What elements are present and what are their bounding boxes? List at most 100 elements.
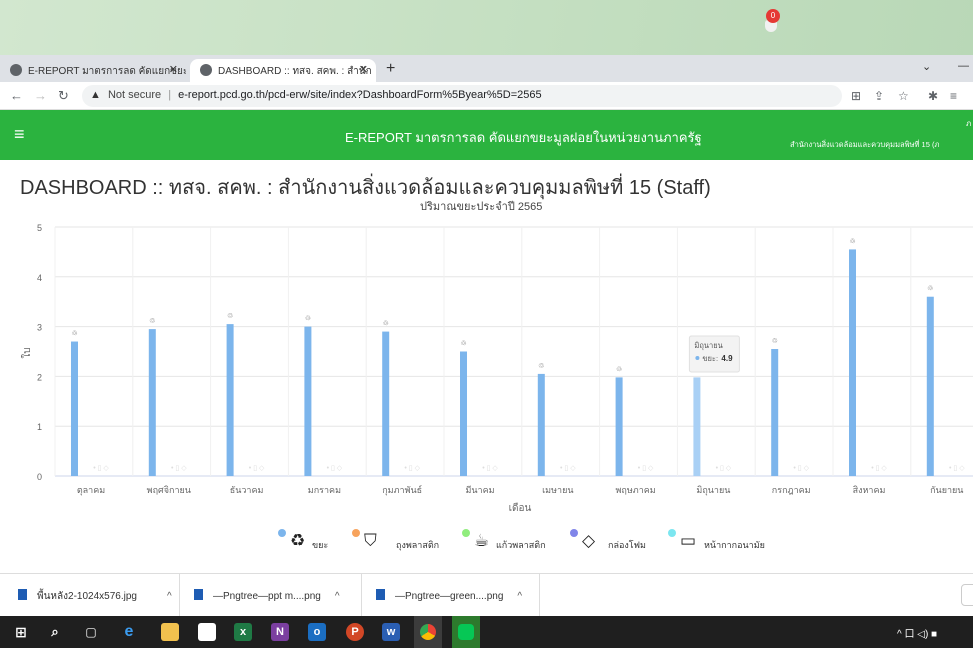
browser-tab-active[interactable]: DASHBOARD :: ทสจ. สคพ. : สำนัก ✕ — [190, 59, 376, 82]
share-icon[interactable]: ⇪ — [874, 89, 884, 103]
notification-badge: 0 — [766, 9, 780, 23]
url-text: e-report.pcd.go.th/pcd-erw/site/index?Da… — [178, 89, 542, 101]
store-icon[interactable] — [198, 623, 216, 641]
download-item[interactable]: —Pngtree—green....png ^ — [362, 574, 540, 616]
search-icon[interactable]: ⌕ — [46, 623, 64, 641]
zero-series-icons: • ▯ ◇ — [949, 465, 965, 472]
data-label-icon: ♲ — [772, 338, 778, 345]
powerpoint-icon[interactable]: P — [346, 623, 364, 641]
windows-start-icon[interactable]: ⊞ — [12, 623, 30, 641]
zero-series-icons: • ▯ ◇ — [482, 465, 498, 472]
zero-series-icons: • ▯ ◇ — [793, 465, 809, 472]
minimize-icon[interactable]: — — [958, 60, 969, 72]
back-icon[interactable]: ← — [10, 88, 23, 103]
desktop-wallpaper — [0, 0, 973, 55]
bar-ขยะ — [849, 249, 856, 476]
close-tab-icon[interactable]: ✕ — [359, 63, 368, 76]
data-label-icon: ♲ — [227, 313, 233, 320]
data-label-icon: ♲ — [383, 321, 389, 328]
legend-dot — [462, 529, 470, 537]
new-tab-button[interactable]: + — [386, 60, 395, 78]
system-tray[interactable]: ^ 口 ◁) ■ — [897, 625, 937, 640]
chart-legend: ♻ ขยะ ⛉ ถุงพลาสติก ☕ แก้วพลาสติก ◇ กล่อง… — [0, 523, 973, 563]
tab-title: E-REPORT มาตรการลด คัดแยกขยะมูล — [28, 66, 186, 77]
task-view-icon[interactable]: ▢ — [82, 623, 100, 641]
bar-ขยะ — [615, 377, 623, 476]
tooltip-series-name: ขยะ: — [702, 354, 718, 363]
data-label-icon: ♲ — [849, 238, 855, 245]
image-file-icon — [194, 589, 203, 600]
tab-title: DASHBOARD :: ทสจ. สคพ. : สำนัก — [218, 66, 372, 77]
data-label-icon: ♲ — [616, 366, 622, 373]
x-tick-label: เมษายน — [542, 485, 573, 495]
chevron-up-icon[interactable]: ^ — [335, 591, 340, 602]
data-label-icon: ♲ — [149, 318, 155, 325]
bar-ขยะ — [460, 351, 467, 476]
bar-ขยะ — [226, 324, 234, 476]
data-label-icon: ♲ — [305, 316, 311, 323]
page-title: DASHBOARD :: ทสจ. สคพ. : สำนักงานสิ่งแวด… — [20, 177, 711, 199]
globe-icon — [10, 64, 22, 76]
waste-icon: ♻ — [290, 531, 306, 550]
reading-list-icon[interactable]: ≡ — [950, 89, 957, 103]
download-item[interactable]: —Pngtree—ppt m....png ^ — [180, 574, 362, 616]
bar-ขยะ — [771, 349, 779, 476]
word-icon[interactable]: w — [382, 623, 400, 641]
x-tick-label: มีนาคม — [465, 485, 494, 495]
translate-icon[interactable]: ⊞ — [851, 89, 861, 103]
zero-series-icons: • ▯ ◇ — [249, 465, 265, 472]
chevron-up-icon[interactable]: ^ — [167, 591, 172, 602]
globe-icon — [200, 64, 212, 76]
show-all-downloads-button[interactable] — [961, 584, 973, 606]
address-bar: ← → ↻ ▲ Not secure | e-report.pcd.go.th/… — [0, 82, 973, 110]
chrome-taskbar-slot[interactable] — [414, 616, 442, 648]
chrome-icon — [420, 624, 436, 640]
foam-box-icon: ◇ — [582, 531, 596, 550]
line-app-slot[interactable] — [452, 616, 480, 648]
x-tick-label: กันยายน — [930, 485, 963, 495]
bar-ขยะ — [148, 329, 156, 476]
tooltip-series-dot — [695, 356, 700, 360]
edge-icon[interactable]: e — [120, 623, 138, 641]
data-label-icon: ♲ — [927, 286, 933, 293]
excel-icon[interactable]: x — [234, 623, 252, 641]
extensions-icon[interactable]: ✱ — [928, 89, 938, 103]
data-label-icon: ♲ — [71, 331, 77, 338]
menu-icon[interactable]: ≡ — [14, 124, 25, 145]
tab-search-chevron-icon[interactable]: ⌄ — [922, 60, 931, 73]
x-tick-label: พฤศจิกายน — [147, 485, 191, 495]
url-input[interactable]: ▲ Not secure | e-report.pcd.go.th/pcd-er… — [82, 85, 842, 107]
chevron-up-icon[interactable]: ^ — [517, 591, 522, 602]
bar-ขยะ — [304, 326, 312, 476]
file-explorer-icon[interactable] — [161, 623, 179, 641]
legend-label: แก้วพลาสติก — [496, 540, 546, 550]
bar-ขยะ — [71, 341, 78, 476]
bookmark-star-icon[interactable]: ☆ — [898, 89, 909, 103]
onenote-icon[interactable]: N — [271, 623, 289, 641]
download-name: พื้นหลัง2-1024x576.jpg — [37, 591, 137, 602]
bar-ขยะ — [926, 296, 934, 476]
y-tick-label: 4 — [37, 273, 42, 283]
app-title: E-REPORT มาตรการลด คัดแยกขยะมูลฝอยในหน่ว… — [345, 130, 702, 145]
app-header: ≡ E-REPORT มาตรการลด คัดแยกขยะมูลฝอยในหน… — [0, 110, 973, 160]
reload-icon[interactable]: ↻ — [58, 88, 69, 104]
tooltip-value: 4.9 — [721, 354, 733, 363]
browser-tab[interactable]: E-REPORT มาตรการลด คัดแยกขยะมูล ✕ — [0, 59, 186, 82]
legend-dot — [278, 529, 286, 537]
cup-icon: ☕ — [474, 531, 490, 550]
security-label: Not secure — [107, 89, 162, 101]
bar-chart: 0 1 2 3 4 5 ใบ ♲ • ▯ ◇ ตุลาคม ♲ • ▯ ◇ พฤศจิกายน ♲ • ▯ … — [21, 223, 973, 514]
forward-icon[interactable]: → — [34, 88, 47, 103]
close-tab-icon[interactable]: ✕ — [169, 63, 178, 76]
bar-ขยะ — [382, 331, 390, 476]
zero-series-icons: • ▯ ◇ — [638, 465, 654, 472]
image-file-icon — [376, 589, 385, 600]
legend-dot — [570, 529, 578, 537]
zero-series-icons: • ▯ ◇ — [404, 465, 420, 472]
outlook-icon[interactable]: o — [308, 623, 326, 641]
data-label-icon: ♲ — [538, 363, 544, 370]
x-axis-label: เดือน — [509, 502, 532, 514]
x-tick-label: สิงหาคม — [853, 485, 886, 495]
x-tick-label: กรกฎาคม — [772, 485, 811, 495]
download-item[interactable]: พื้นหลัง2-1024x576.jpg ^ — [0, 574, 180, 616]
